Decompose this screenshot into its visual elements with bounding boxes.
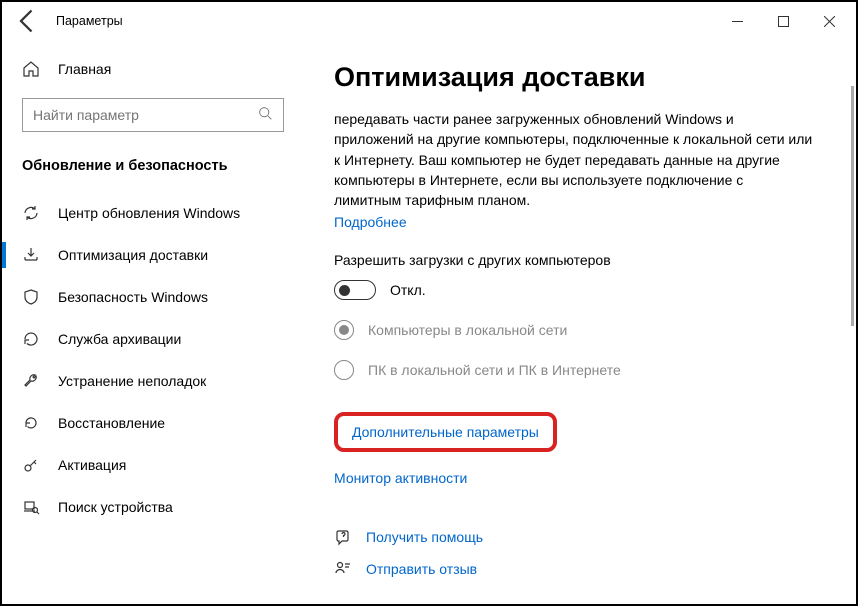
search-box[interactable] [22, 98, 284, 132]
sidebar-item-label: Центр обновления Windows [58, 205, 240, 221]
sidebar-item-recovery[interactable]: Восстановление [2, 402, 304, 444]
page-title: Оптимизация доставки [334, 62, 846, 93]
advanced-options-link[interactable]: Дополнительные параметры [352, 424, 539, 440]
radio-icon [334, 320, 354, 340]
minimize-button[interactable] [714, 6, 760, 36]
feedback-link[interactable]: Отправить отзыв [366, 561, 477, 577]
radio-icon [334, 360, 354, 380]
sidebar-item-label: Служба архивации [58, 331, 181, 347]
sidebar-item-label: Активация [58, 457, 126, 473]
recovery-icon [22, 414, 40, 432]
help-icon [334, 528, 352, 546]
allow-downloads-toggle[interactable] [334, 280, 376, 300]
sidebar: Главная Обновление и безопасность Центр … [2, 40, 304, 604]
wrench-icon [22, 372, 40, 390]
key-icon [22, 456, 40, 474]
radio-label: ПК в локальной сети и ПК в Интернете [368, 362, 621, 378]
backup-icon [22, 330, 40, 348]
learn-more-link[interactable]: Подробнее [334, 214, 846, 230]
close-button[interactable] [806, 6, 852, 36]
sidebar-category: Обновление и безопасность [2, 146, 304, 192]
home-icon [22, 60, 40, 78]
sidebar-item-troubleshoot[interactable]: Устранение неполадок [2, 360, 304, 402]
titlebar: Параметры [2, 2, 856, 40]
sidebar-item-label: Оптимизация доставки [58, 247, 208, 263]
search-icon [258, 106, 273, 124]
shield-icon [22, 288, 40, 306]
feedback-icon [334, 560, 352, 578]
sync-icon [22, 204, 40, 222]
sidebar-item-label: Устранение неполадок [58, 373, 206, 389]
back-button[interactable] [14, 7, 42, 35]
sidebar-item-delivery-optimization[interactable]: Оптимизация доставки [2, 234, 304, 276]
sidebar-item-activation[interactable]: Активация [2, 444, 304, 486]
sidebar-item-label: Поиск устройства [58, 499, 173, 515]
get-help-link[interactable]: Получить помощь [366, 529, 483, 545]
sidebar-item-security[interactable]: Безопасность Windows [2, 276, 304, 318]
sidebar-item-label: Безопасность Windows [58, 289, 208, 305]
radio-local-and-internet[interactable]: ПК в локальной сети и ПК в Интернете [334, 360, 846, 380]
activity-monitor-link[interactable]: Монитор активности [334, 470, 846, 486]
radio-local-network[interactable]: Компьютеры в локальной сети [334, 320, 846, 340]
content-area: Оптимизация доставки передавать части ра… [304, 40, 856, 604]
sidebar-item-backup[interactable]: Служба архивации [2, 318, 304, 360]
delivery-icon [22, 246, 40, 264]
sidebar-item-find-device[interactable]: Поиск устройства [2, 486, 304, 528]
sidebar-item-update-center[interactable]: Центр обновления Windows [2, 192, 304, 234]
scrollbar-thumb[interactable] [851, 86, 854, 326]
toggle-state-label: Откл. [390, 282, 426, 298]
search-input[interactable] [33, 107, 258, 123]
description-text: передавать части ранее загруженных обнов… [334, 109, 814, 210]
sidebar-home-label: Главная [58, 61, 111, 77]
window-title: Параметры [56, 14, 123, 28]
find-device-icon [22, 498, 40, 516]
maximize-button[interactable] [760, 6, 806, 36]
highlight-box: Дополнительные параметры [334, 412, 557, 452]
allow-downloads-label: Разрешить загрузки с других компьютеров [334, 252, 846, 268]
sidebar-item-label: Восстановление [58, 415, 165, 431]
radio-label: Компьютеры в локальной сети [368, 322, 567, 338]
sidebar-home[interactable]: Главная [2, 50, 304, 88]
